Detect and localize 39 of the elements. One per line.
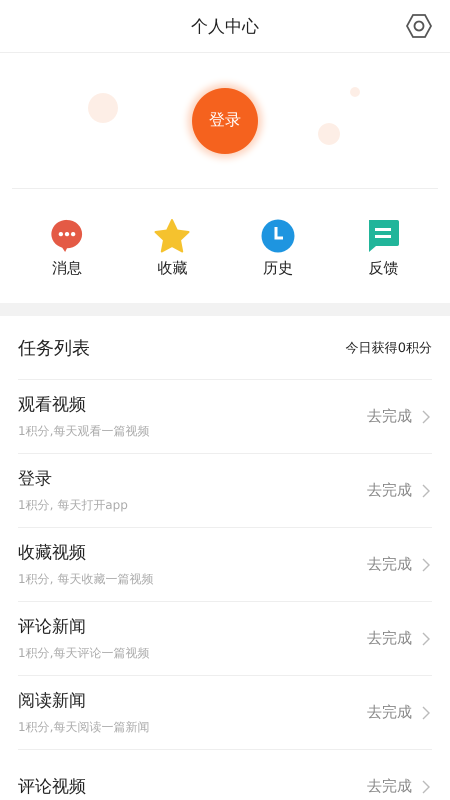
task-description: 1积分, 每天收藏一篇视频 [18,571,154,588]
chat-bubble-icon [50,219,84,253]
task-title: 阅读新闻 [18,690,87,712]
task-description: 1积分,每天观看一篇视频 [18,423,150,440]
points-summary: 今日获得0积分 [346,340,432,356]
login-button[interactable]: 登录 [192,88,258,154]
chevron-right-icon [422,780,430,794]
clock-icon [260,219,295,253]
chevron-right-icon [422,632,430,646]
decor-dot [88,93,118,123]
complete-link[interactable]: 去完成 [367,407,432,426]
chevron-right-icon [422,410,430,424]
complete-link[interactable]: 去完成 [367,703,432,722]
task-title: 评论新闻 [18,616,87,638]
chevron-right-icon [422,706,430,720]
complete-link[interactable]: 去完成 [367,481,432,500]
shortcut-item[interactable]: 收藏 [137,219,208,303]
chevron-right-icon [422,484,430,498]
feedback-icon [366,219,400,253]
task-title: 收藏视频 [18,542,87,564]
shortcut-item[interactable]: 历史 [242,219,313,303]
complete-link[interactable]: 去完成 [367,777,432,796]
star-icon [154,219,190,253]
task-title: 观看视频 [18,394,87,416]
decor-dot [318,123,340,145]
decor-dot [350,87,360,97]
task-title: 评论视频 [18,776,86,798]
task-description: 1积分, 每天打开app [18,497,128,514]
complete-link[interactable]: 去完成 [367,629,432,648]
shortcut-item[interactable]: 反馈 [348,219,418,303]
task-description: 1积分,每天评论一篇视频 [18,645,150,662]
shortcut-item[interactable]: 消息 [32,219,102,303]
settings-icon[interactable] [406,13,432,39]
task-description: 1积分,每天阅读一篇新闻 [18,719,150,736]
section-title: 任务列表 [18,336,90,360]
complete-link[interactable]: 去完成 [367,555,432,574]
page-title: 个人中心 [191,16,259,38]
task-title: 登录 [18,468,53,490]
chevron-right-icon [422,558,430,572]
